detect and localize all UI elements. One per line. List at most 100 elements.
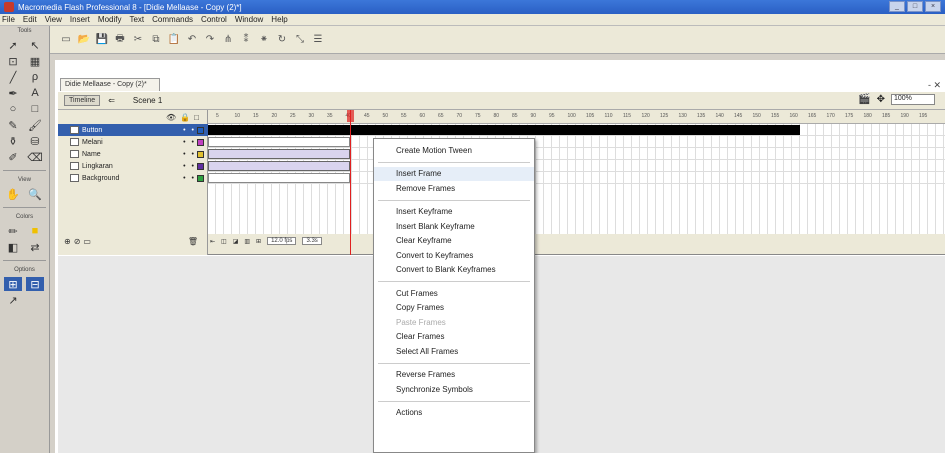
menu-item-convert-to-blank-keyframes[interactable]: Convert to Blank Keyframes <box>374 263 534 278</box>
menu-view[interactable]: View <box>45 15 62 24</box>
layer-outline-color[interactable] <box>197 162 204 170</box>
oval-tool-icon[interactable]: ○ <box>4 102 22 116</box>
onion-outline-icon[interactable]: ◪ <box>233 238 239 245</box>
name-frame-span[interactable] <box>208 149 350 159</box>
menu-item-remove-frames[interactable]: Remove Frames <box>374 181 534 196</box>
eye-icon[interactable]: 👁 <box>166 113 176 122</box>
layer-visibility-dots[interactable]: • • <box>183 127 196 134</box>
layer-row-button[interactable]: Button • • <box>58 124 208 136</box>
straighten-icon[interactable]: ⁕ <box>258 34 270 46</box>
pen-tool-icon[interactable]: ✒ <box>4 86 22 100</box>
menu-file[interactable]: File <box>2 15 15 24</box>
fill-transform-tool-icon[interactable]: ▦ <box>26 54 44 68</box>
onion-skin-icon[interactable]: ◫ <box>221 238 227 245</box>
eraser-tool-icon[interactable]: ⌫ <box>26 150 44 164</box>
menu-item-insert-keyframe[interactable]: Insert Keyframe <box>374 205 534 220</box>
zoom-tool-icon[interactable]: 🔍 <box>26 187 44 201</box>
eyedropper-tool-icon[interactable]: ✐ <box>4 150 22 164</box>
text-tool-icon[interactable]: A <box>26 86 44 100</box>
menu-item-reverse-frames[interactable]: Reverse Frames <box>374 368 534 383</box>
frame-row-lingkaran[interactable] <box>208 160 945 172</box>
menu-item-insert-frame[interactable]: Insert Frame <box>374 166 534 181</box>
layer-row-name[interactable]: Name • • <box>58 148 208 160</box>
line-tool-icon[interactable]: ╱ <box>4 70 22 84</box>
print-icon[interactable]: 🖶 <box>114 33 126 46</box>
menu-edit[interactable]: Edit <box>23 15 37 24</box>
layer-outline-color[interactable] <box>197 126 204 134</box>
cut-icon[interactable]: ✂ <box>132 34 144 46</box>
layer-row-background[interactable]: Background • • <box>58 172 208 184</box>
layer-visibility-dots[interactable]: • • <box>183 151 196 158</box>
menu-window[interactable]: Window <box>235 15 263 24</box>
close-button[interactable]: × <box>925 1 941 12</box>
zoom-select[interactable]: 100% <box>891 94 935 105</box>
melani-frame-span[interactable] <box>208 137 350 147</box>
redo-icon[interactable]: ↷ <box>204 34 216 46</box>
menu-item-clear-frames[interactable]: Clear Frames <box>374 330 534 345</box>
menu-item-convert-to-keyframes[interactable]: Convert to Keyframes <box>374 248 534 263</box>
add-guide-icon[interactable]: ⊘ <box>74 237 81 246</box>
copy-icon[interactable]: ⧉ <box>150 34 162 46</box>
free-transform-tool-icon[interactable]: ⊡ <box>4 54 22 68</box>
paint-bucket-tool-icon[interactable]: ⛁ <box>26 134 44 148</box>
lingkaran-frame-span[interactable] <box>208 161 350 171</box>
insert-folder-icon[interactable]: ▭ <box>83 237 91 246</box>
menu-help[interactable]: Help <box>271 15 287 24</box>
frame-row-melani[interactable] <box>208 136 945 148</box>
menu-text[interactable]: Text <box>129 15 144 24</box>
lasso-tool-icon[interactable]: ρ <box>26 70 44 84</box>
frame-row-background[interactable] <box>208 172 945 184</box>
new-file-icon[interactable]: ▭ <box>60 34 72 46</box>
edit-scene-icon[interactable]: 🎬 <box>858 94 870 105</box>
menu-item-select-all-frames[interactable]: Select All Frames <box>374 344 534 359</box>
menu-item-create-motion-tween[interactable]: Create Motion Tween <box>374 143 534 158</box>
back-arrow-icon[interactable]: ⇐ <box>108 96 115 105</box>
timeline-toggle-button[interactable]: Timeline <box>64 95 101 106</box>
undo-icon[interactable]: ↶ <box>186 34 198 46</box>
frame-row-name[interactable] <box>208 148 945 160</box>
edit-symbol-icon[interactable]: ✥ <box>877 94 885 105</box>
button-frame-span[interactable] <box>208 125 800 135</box>
layer-visibility-dots[interactable]: • • <box>183 139 196 146</box>
smooth-icon[interactable]: ⁑ <box>240 34 252 46</box>
layer-row-melani[interactable]: Melani • • <box>58 136 208 148</box>
layer-visibility-dots[interactable]: • • <box>183 175 196 182</box>
fill-color-icon[interactable]: ■ <box>26 224 44 238</box>
menu-control[interactable]: Control <box>201 15 227 24</box>
onion-markers-icon[interactable]: ⊞ <box>256 238 261 245</box>
fps-field[interactable]: 12.0 fps <box>267 237 297 245</box>
brush-tool-icon[interactable]: 🖌 <box>26 118 44 132</box>
menu-item-actions[interactable]: Actions <box>374 406 534 421</box>
layer-visibility-dots[interactable]: • • <box>183 163 196 170</box>
background-frame-span[interactable] <box>208 173 350 183</box>
layer-outline-color[interactable] <box>197 174 204 182</box>
paste-icon[interactable]: 📋 <box>168 34 180 46</box>
menu-item-clear-keyframe[interactable]: Clear Keyframe <box>374 234 534 249</box>
straighten-option-icon[interactable]: ↗ <box>4 293 22 307</box>
minimize-button[interactable]: _ <box>889 1 905 12</box>
layer-outline-color[interactable] <box>197 150 204 158</box>
center-frame-icon[interactable]: ⇤ <box>210 238 215 245</box>
pencil-tool-icon[interactable]: ✎ <box>4 118 22 132</box>
lock-icon[interactable]: 🔒 <box>180 113 190 122</box>
frame-grid[interactable] <box>208 124 945 234</box>
rotate-icon[interactable]: ↻ <box>276 34 288 46</box>
time-field[interactable]: 3.3s <box>302 237 322 245</box>
snap-option-icon[interactable]: ⊞ <box>4 277 22 291</box>
open-file-icon[interactable]: 📂 <box>78 34 90 46</box>
arrow-tool-icon[interactable]: ➚ <box>4 38 22 52</box>
menu-item-copy-frames[interactable]: Copy Frames <box>374 301 534 316</box>
hand-tool-icon[interactable]: ✋ <box>4 187 22 201</box>
scene-label[interactable]: Scene 1 <box>133 96 162 105</box>
insert-layer-icon[interactable]: ⊕ <box>64 237 71 246</box>
menu-item-insert-blank-keyframe[interactable]: Insert Blank Keyframe <box>374 219 534 234</box>
align-icon[interactable]: ☰ <box>312 34 324 46</box>
subselect-tool-icon[interactable]: ↖ <box>26 38 44 52</box>
ink-bottle-tool-icon[interactable]: ⚱ <box>4 134 22 148</box>
menu-insert[interactable]: Insert <box>70 15 90 24</box>
frame-ruler[interactable]: 5101520253035404550556065707580859095100… <box>208 110 945 124</box>
rectangle-tool-icon[interactable]: □ <box>26 102 44 116</box>
swap-colors-icon[interactable]: ⇄ <box>26 240 44 254</box>
frame-row-button[interactable] <box>208 124 945 136</box>
menu-commands[interactable]: Commands <box>152 15 193 24</box>
